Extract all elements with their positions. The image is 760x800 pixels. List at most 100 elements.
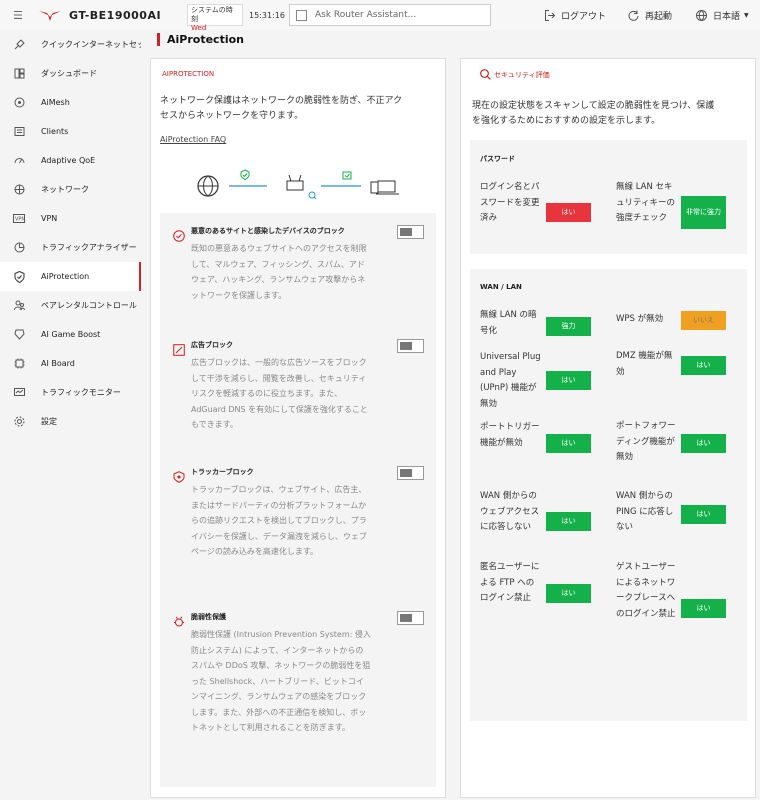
chevron-down-icon: ▼: [744, 11, 749, 19]
item-label: ポートトリガー機能が無効: [480, 422, 540, 448]
item-label: Universal Plug and Play (UPnP) 機能が無効: [480, 352, 541, 409]
security-assessment-card: セキュリティ評価 現在の設定状態をスキャンして設定の脆弱性を見つけ、保護 を強化…: [460, 58, 756, 798]
monitor-icon: [13, 387, 25, 399]
shield-icon: [13, 270, 25, 283]
shield-check-icon: [240, 169, 250, 181]
sidebar-item-adaptive-qoe[interactable]: Adaptive QoE: [0, 146, 141, 175]
feature-tracker-block: トラッカーブロック トラッカーブロックは、ウェブサイト、広告主、またはサードパー…: [160, 466, 436, 596]
menu-icon[interactable]: ☰: [13, 9, 25, 22]
clock: 15:31:16: [249, 10, 285, 20]
feature-description: トラッカーブロックは、ウェブサイト、広告主、またはサードパーティの分析プラットフ…: [191, 485, 367, 556]
system-status-box: システムの時刻 Wed: [187, 4, 243, 32]
status-badge: はい: [681, 505, 726, 524]
model-name: GT-BE19000AI: [69, 8, 162, 22]
card-tag: AIPROTECTION: [162, 70, 215, 78]
assistant-icon: [296, 9, 307, 21]
toggle-knob: [400, 342, 412, 350]
section-title: WAN / LAN: [480, 283, 522, 291]
feature-title: 悪意のあるサイトと感染したデバイスのブロック: [191, 227, 345, 235]
item-label: 無線 LAN の暗号化: [480, 310, 537, 336]
protection-diagram: [197, 169, 399, 200]
game-icon: [13, 329, 25, 341]
item-label: WPS が無効: [616, 314, 664, 324]
sidebar-item-clients[interactable]: Clients: [0, 117, 141, 146]
tracker-block-toggle[interactable]: [397, 466, 424, 480]
item-label: ゲストユーザーによるネットワークプレースへのログイン禁止: [616, 562, 676, 619]
clients-icon: [13, 126, 25, 138]
search-icon: [480, 69, 491, 80]
logout-icon: [545, 9, 555, 21]
vulnerability-protection-toggle[interactable]: [397, 611, 424, 625]
sidebar-item-traffic-analyzer[interactable]: トラフィックアナライザー: [0, 233, 141, 262]
status-badge: 非常に強力: [681, 196, 726, 229]
item-label: ログイン名とパスワードを変更済み: [480, 182, 540, 223]
feature-title: 脆弱性保護: [191, 613, 226, 621]
ad-block-toggle[interactable]: [397, 339, 424, 353]
status-badge: はい: [546, 434, 591, 453]
feature-description: 広告ブロックは、一般的な広告ソースをブロックして干渉を減らし、閲覧を改善し、セキ…: [191, 358, 368, 429]
toggle-knob: [400, 469, 412, 477]
item-label: ポートフォワーディング機能が無効: [616, 421, 676, 462]
faq-link[interactable]: AiProtection FAQ: [160, 135, 226, 144]
sidebar-item-ai-game-boost[interactable]: AI Game Boost: [0, 320, 141, 349]
toggle-knob: [400, 614, 412, 622]
card-description: ネットワーク保護はネットワークの脆弱性を防ぎ、不正アク セスからネットワークを守…: [160, 96, 403, 121]
reboot-button[interactable]: 再起動: [628, 9, 672, 22]
svg-text:VPN: VPN: [15, 217, 25, 223]
sidebar-item-dashboard[interactable]: ダッシュボード: [0, 59, 141, 88]
item-label: WAN 側からの PING に応答しない: [616, 491, 674, 532]
feature-title: 広告ブロック: [191, 341, 233, 349]
status-badge: はい: [546, 203, 591, 222]
logout-button[interactable]: ログアウト: [545, 9, 606, 22]
assistant-search[interactable]: Ask Router Assistant...: [289, 4, 491, 26]
sidebar: クイックインターネットセットアップ ダッシュボード AiMesh Clients…: [0, 30, 141, 800]
gear-icon: [13, 416, 25, 428]
bug-icon: [173, 613, 185, 627]
sidebar-item-traffic-monitor[interactable]: トラフィックモニター: [0, 378, 141, 407]
feature-title: トラッカーブロック: [191, 468, 254, 476]
sidebar-item-vpn[interactable]: VPN VPN: [0, 204, 141, 233]
item-label: DMZ 機能が無効: [616, 351, 673, 377]
network-icon: [13, 184, 25, 196]
title-accent-bar: [157, 32, 160, 46]
item-label: WAN 側からのウェブアクセスに応答しない: [480, 491, 540, 532]
malicious-site-block-toggle[interactable]: [397, 225, 424, 239]
sidebar-item-parental-control[interactable]: ペアレンタルコントロール: [0, 291, 141, 320]
toggle-knob: [400, 228, 412, 236]
sidebar-item-aimesh[interactable]: AiMesh: [0, 88, 141, 117]
analyzer-icon: [13, 242, 25, 254]
globe-icon: [696, 9, 708, 21]
password-section: パスワード ログイン名とパスワードを変更済み はい 無線 LAN セキュリティキ…: [470, 140, 747, 254]
aiprotection-card: AIPROTECTION ネットワーク保護はネットワークの脆弱性を防ぎ、不正アク…: [150, 58, 446, 798]
feature-vulnerability-protection: 脆弱性保護 脆弱性保護 (Intrusion Prevention System…: [160, 611, 436, 781]
feature-malicious-site-block: 悪意のあるサイトと感染したデバイスのブロック 既知の悪意あるウェブサイトへのアク…: [160, 225, 436, 335]
search-placeholder: Ask Router Assistant...: [315, 10, 417, 20]
sidebar-item-quick-setup[interactable]: クイックインターネットセットアップ: [0, 30, 141, 59]
status-badge: 強力: [546, 317, 591, 336]
status-badge: はい: [681, 599, 726, 618]
status-badge: はい: [546, 512, 591, 531]
shield-check-icon: [173, 227, 185, 242]
status-badge: はい: [681, 434, 726, 453]
top-bar: ☰ GT-BE19000AI システムの時刻 Wed 15:31:16 Ask …: [0, 0, 760, 32]
aimesh-icon: [13, 97, 25, 109]
system-status-label: システムの時刻: [191, 6, 233, 23]
page-title: AiProtection: [157, 31, 244, 47]
rog-logo-icon: [39, 8, 61, 22]
item-label: 無線 LAN セキュリティキーの強度チェック: [616, 182, 675, 223]
lock-check-icon: [342, 171, 352, 180]
sidebar-item-ai-board[interactable]: AI Board: [0, 349, 141, 378]
language-selector[interactable]: 日本語 ▼: [696, 9, 749, 22]
sidebar-item-network[interactable]: ネットワーク: [0, 175, 141, 204]
status-badge: はい: [681, 356, 726, 375]
tracker-block-icon: [173, 468, 185, 483]
dashboard-icon: [13, 68, 25, 80]
feature-description: 脆弱性保護 (Intrusion Prevention System: 侵入防止…: [191, 630, 371, 732]
card-description: 現在の設定状態をスキャンして設定の脆弱性を見つけ、保護 を強化するためにおすすめ…: [472, 101, 715, 126]
devices-icon: [370, 180, 399, 195]
feature-description: 既知の悪意あるウェブサイトへのアクセスを制限して、マルウェア、フィッシング、スパ…: [191, 244, 367, 300]
vpn-icon: VPN: [13, 213, 25, 225]
sidebar-item-aiprotection[interactable]: AiProtection: [0, 262, 141, 291]
ad-block-icon: [173, 341, 185, 356]
sidebar-item-settings[interactable]: 設定: [0, 407, 141, 436]
